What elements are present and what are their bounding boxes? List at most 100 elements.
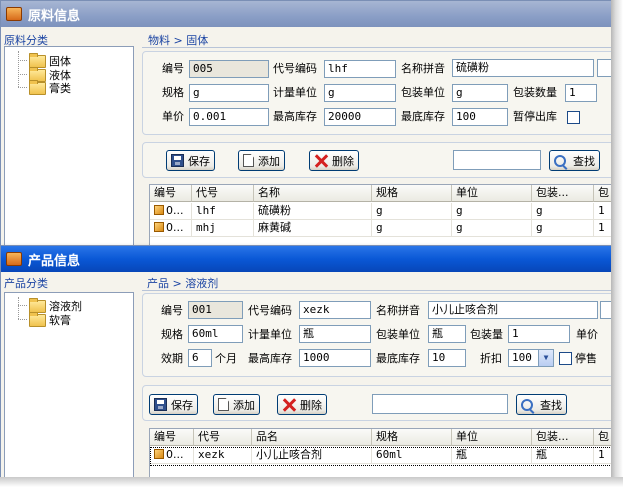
cell: g [452, 220, 532, 237]
id-field: 005 [189, 60, 269, 78]
pinyin-label: 名称拼音 [401, 62, 445, 75]
unit-label: 计量单位 [273, 86, 317, 99]
spec-field[interactable]: g [189, 84, 269, 102]
cell: 小儿止咳合剂 [252, 447, 372, 464]
pack-qty-label: 包装数量 [513, 86, 557, 99]
product-category-tree[interactable]: 溶液剂 软膏 [4, 292, 134, 478]
name-field-edge[interactable] [597, 59, 611, 77]
min-stock-label: 最底库存 [376, 352, 420, 365]
material-window: 原料信息 原料分类 固体 液体 膏类 物料 > 固体 编号 005 代号编码 l… [0, 0, 612, 248]
expiry-label: 效期 [161, 352, 183, 365]
code-label: 代号编码 [273, 62, 317, 75]
expiry-field[interactable]: 6 [188, 349, 212, 367]
tree-item-paste[interactable]: 膏类 [29, 79, 71, 96]
window-icon [6, 252, 22, 266]
code-field[interactable]: xezk [299, 301, 371, 319]
cell: 1 [594, 447, 611, 464]
cell-text: 0... [166, 448, 184, 461]
price-field[interactable]: 0.001 [189, 108, 269, 126]
column-header[interactable]: 代号 [192, 185, 254, 202]
unit-field[interactable]: 瓶 [299, 325, 371, 343]
pack-unit-field[interactable]: g [452, 84, 508, 102]
search-button[interactable]: 查找 [549, 150, 600, 171]
cell: xezk [194, 447, 252, 464]
pack-unit-label: 包装单位 [401, 86, 445, 99]
max-stock-field[interactable]: 20000 [324, 108, 396, 126]
code-label: 代号编码 [248, 304, 292, 317]
delete-button[interactable]: 删除 [309, 150, 359, 171]
cell: 硫磺粉 [254, 203, 372, 220]
save-button[interactable]: 保存 [149, 394, 198, 415]
pinyin-field[interactable]: 硫磺粉 [452, 59, 594, 77]
column-header[interactable]: 品名 [252, 429, 372, 446]
add-icon [243, 154, 254, 167]
min-stock-field[interactable]: 10 [428, 349, 466, 367]
add-icon [218, 398, 229, 411]
column-header[interactable]: 名称 [254, 185, 372, 202]
stop-out-checkbox[interactable] [567, 111, 580, 124]
product-grid[interactable]: 编号 代号 品名 规格 单位 包装... 包 0... xezk 小儿止咳合剂 … [149, 428, 611, 478]
pack-unit-field[interactable]: 瓶 [428, 325, 466, 343]
column-header[interactable]: 单位 [452, 185, 532, 202]
column-header[interactable]: 单位 [452, 429, 532, 446]
expiry-unit-label: 个月 [215, 352, 237, 365]
search-button[interactable]: 查找 [516, 394, 567, 415]
column-header[interactable]: 包装... [532, 429, 594, 446]
code-field[interactable]: lhf [324, 60, 396, 78]
add-button[interactable]: 添加 [238, 150, 285, 171]
id-field: 001 [188, 301, 243, 319]
chevron-down-icon[interactable]: ▼ [538, 350, 553, 366]
item-icon [154, 222, 164, 232]
search-icon [554, 154, 566, 167]
save-label: 保存 [188, 154, 210, 168]
search-input[interactable] [372, 394, 508, 414]
column-header[interactable]: 规格 [372, 429, 452, 446]
column-header[interactable]: 编号 [150, 429, 194, 446]
cell: 0... [150, 220, 192, 237]
pack-qty-field[interactable]: 1 [508, 325, 570, 343]
column-header[interactable]: 规格 [372, 185, 452, 202]
search-label: 查找 [573, 154, 595, 168]
column-header[interactable]: 包 [594, 429, 611, 446]
search-icon [521, 398, 533, 411]
max-stock-label: 最高库存 [273, 110, 317, 123]
column-header[interactable]: 编号 [150, 185, 192, 202]
frame-shadow [611, 0, 623, 487]
pack-qty-label: 包装量 [470, 328, 503, 341]
max-stock-field[interactable]: 1000 [299, 349, 371, 367]
product-category-title: 产品分类 [4, 277, 48, 290]
spec-label: 规格 [162, 86, 184, 99]
product-window-titlebar[interactable]: 产品信息 [1, 246, 611, 272]
discount-select[interactable]: 100 ▼ [508, 349, 554, 367]
stop-sale-label: 停售 [575, 352, 597, 365]
material-category-tree[interactable]: 固体 液体 膏类 [4, 46, 134, 247]
delete-label: 删除 [332, 154, 354, 168]
min-stock-field[interactable]: 100 [452, 108, 508, 126]
column-header[interactable]: 包 [594, 185, 611, 202]
spec-label: 规格 [161, 328, 183, 341]
material-window-titlebar[interactable]: 原料信息 [1, 1, 611, 27]
pack-qty-field[interactable]: 1 [565, 84, 597, 102]
material-window-title: 原料信息 [28, 8, 81, 24]
price-label: 单价 [576, 328, 598, 341]
add-button[interactable]: 添加 [213, 394, 260, 415]
search-label: 查找 [540, 398, 562, 412]
window-icon [6, 7, 22, 21]
column-header[interactable]: 包装... [532, 185, 594, 202]
tree-item-label: 膏类 [49, 82, 71, 95]
tree-item-ointment[interactable]: 软膏 [29, 311, 71, 328]
search-input[interactable] [453, 150, 541, 170]
cell: 1 [594, 220, 611, 237]
unit-field[interactable]: g [324, 84, 396, 102]
spec-field[interactable]: 60ml [188, 325, 243, 343]
stop-sale-checkbox[interactable] [559, 352, 572, 365]
pinyin-field[interactable]: 小儿止咳合剂 [428, 301, 598, 319]
material-grid[interactable]: 编号 代号 名称 规格 单位 包装... 包 0... lhf 硫磺粉 g g … [149, 184, 611, 247]
frame-shadow-bottom [0, 477, 623, 487]
save-button[interactable]: 保存 [166, 150, 215, 171]
discount-value: 100 [512, 351, 532, 364]
delete-label: 删除 [300, 398, 322, 412]
delete-button[interactable]: 删除 [277, 394, 327, 415]
column-header[interactable]: 代号 [194, 429, 252, 446]
delete-icon [314, 154, 328, 168]
